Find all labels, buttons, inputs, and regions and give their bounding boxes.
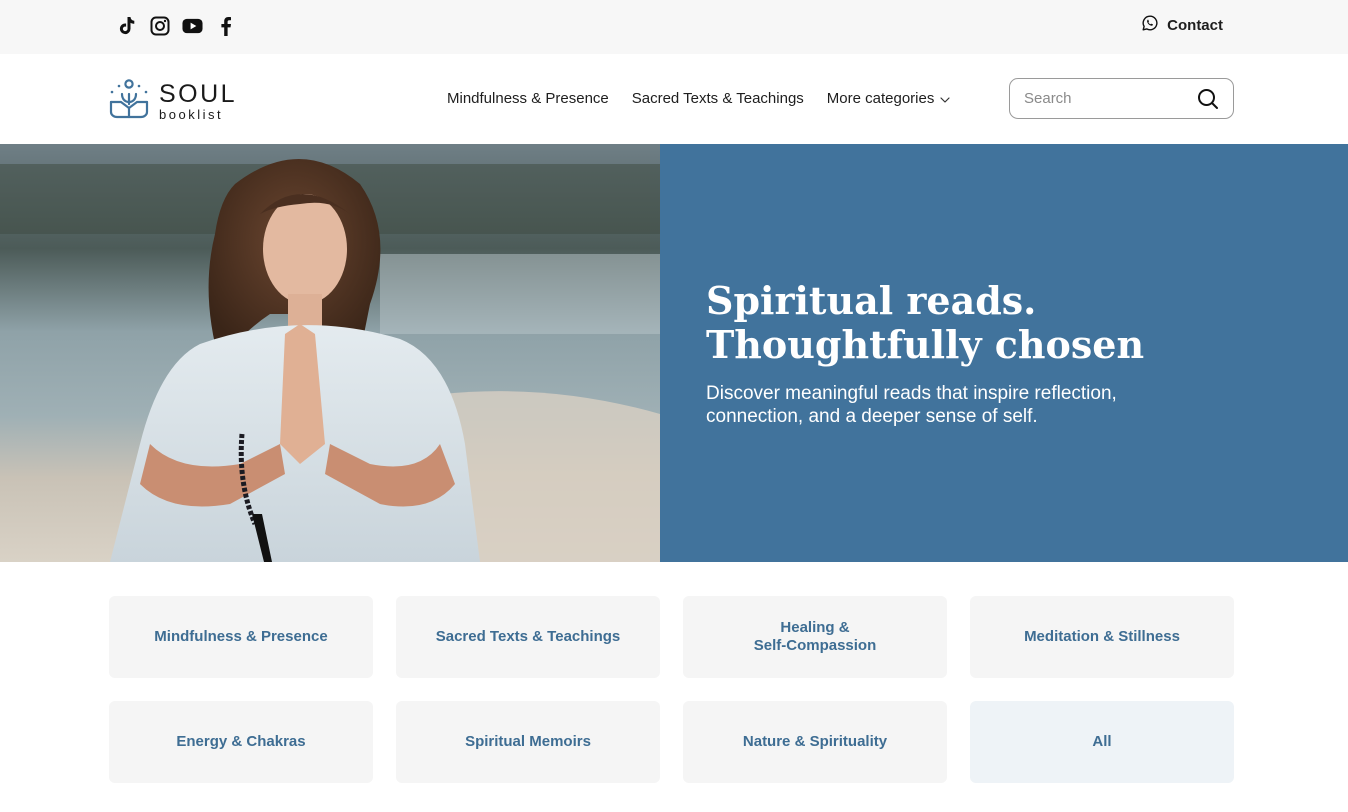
hero-image <box>0 144 660 562</box>
nav-item-label: Mindfulness & Presence <box>447 90 609 107</box>
search-box <box>1009 78 1234 119</box>
whatsapp-icon <box>1142 15 1158 35</box>
logo-wordmark: SOUL booklist <box>159 80 238 122</box>
nav-item-mindfulness[interactable]: Mindfulness & Presence <box>447 90 609 107</box>
category-grid: Mindfulness & Presence Sacred Texts & Te… <box>109 596 1234 783</box>
main-nav: Mindfulness & Presence Sacred Texts & Te… <box>447 90 950 107</box>
category-card-nature[interactable]: Nature & Spirituality <box>683 701 947 783</box>
logo-icon <box>108 78 150 125</box>
contact-label: Contact <box>1167 16 1223 34</box>
logo-sub-text: booklist <box>159 107 224 122</box>
nav-item-label: More categories <box>826 90 935 107</box>
category-card-energy[interactable]: Energy & Chakras <box>109 701 373 783</box>
category-card-sacred-texts[interactable]: Sacred Texts & Teachings <box>396 596 660 678</box>
search-icon[interactable] <box>1197 88 1219 110</box>
hero-title: Spiritual reads. Thoughtfully chosen <box>706 279 1266 367</box>
site-logo[interactable]: SOUL booklist <box>108 78 237 125</box>
nav-item-label: Sacred Texts & Teachings <box>631 90 804 107</box>
category-card-healing[interactable]: Healing & Self-Compassion <box>683 596 947 678</box>
hero-subtitle: Discover meaningful reads that inspire r… <box>706 383 1117 427</box>
main-header: SOUL booklist Mindfulness & Presence Sac… <box>0 54 1348 144</box>
search-input[interactable] <box>1010 90 1190 107</box>
category-card-memoirs[interactable]: Spiritual Memoirs <box>396 701 660 783</box>
hero-title-line: Spiritual reads. <box>706 278 1037 323</box>
nav-item-more-categories[interactable]: More categories <box>827 90 951 107</box>
top-bar: Contact <box>0 0 1348 54</box>
instagram-icon[interactable] <box>149 15 170 36</box>
category-card-meditation[interactable]: Meditation & Stillness <box>970 596 1234 678</box>
social-links <box>116 15 236 36</box>
category-card-mindfulness[interactable]: Mindfulness & Presence <box>109 596 373 678</box>
hero-section: Spiritual reads. Thoughtfully chosen Dis… <box>0 144 1348 562</box>
category-card-all[interactable]: All <box>970 701 1234 783</box>
hero-title-line: Thoughtfully chosen <box>706 322 1145 367</box>
chevron-down-icon <box>940 90 950 107</box>
youtube-icon[interactable] <box>182 15 203 36</box>
hero-panel: Spiritual reads. Thoughtfully chosen Dis… <box>660 144 1348 562</box>
facebook-icon[interactable] <box>215 15 236 36</box>
nav-item-sacred-texts[interactable]: Sacred Texts & Teachings <box>632 90 804 107</box>
contact-link[interactable]: Contact <box>1142 15 1223 35</box>
logo-main-text: SOUL <box>159 80 238 108</box>
tiktok-icon[interactable] <box>116 15 137 36</box>
